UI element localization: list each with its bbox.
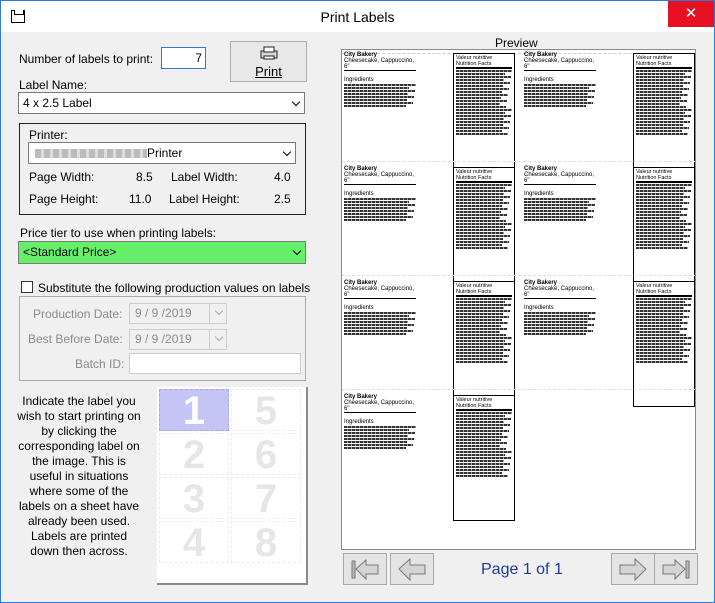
print-labels-window: Print Labels ✕ Number of labels to print…: [0, 0, 715, 603]
first-page-button[interactable]: [343, 553, 387, 585]
preview-product-label: City Bakery Cheesecake, Cappuccino, 6" Ing…: [524, 166, 614, 269]
start-label-grid: 1 2 3 4 5 6 7 8: [157, 387, 308, 585]
preview-product-label: City Bakery Cheesecake, Cappuccino, 6" Ing…: [344, 166, 434, 269]
previous-page-button[interactable]: [390, 553, 434, 585]
last-page-button[interactable]: [654, 553, 698, 585]
preview-title: Preview: [495, 36, 538, 50]
start-label-instructions: Indicate the label you wish to start pri…: [17, 394, 141, 558]
arrow-left-icon: [398, 557, 426, 582]
label-name-value: 4 x 2.5 Label: [23, 96, 92, 110]
preview-product-label: City Bakery Cheesecake, Cappuccino, 6" Ing…: [344, 394, 434, 497]
grid-label-4[interactable]: 4: [159, 521, 229, 564]
grid-label-2[interactable]: 2: [159, 433, 229, 476]
grid-label-8[interactable]: 8: [231, 521, 301, 564]
substitute-checkbox[interactable]: [21, 281, 33, 293]
label-width-label: Label Width:: [171, 170, 238, 184]
window-title: Print Labels: [320, 9, 395, 25]
production-date-picker: 9 / 9 /2019: [129, 303, 227, 324]
printer-select[interactable]: Printer: [28, 142, 296, 164]
price-tier-select[interactable]: <Standard Price>: [18, 241, 306, 264]
preview-product-label: City Bakery Cheesecake, Cappuccino, 6" Ing…: [344, 52, 434, 155]
next-page-button[interactable]: [611, 553, 655, 585]
page-indicator: Page 1 of 1: [481, 561, 563, 578]
page-height-value: 11.0: [129, 192, 152, 206]
printer-group: Printer: Printer Page Width: 8.5 Label W…: [19, 123, 306, 215]
num-labels-label: Number of labels to print:: [19, 52, 154, 66]
best-before-label: Best Before Date:: [28, 332, 123, 346]
preview-product-label: City Bakery Cheesecake, Cappuccino, 6" Ing…: [524, 52, 614, 155]
close-button[interactable]: ✕: [668, 1, 714, 27]
print-button-label: Print: [255, 64, 282, 79]
label-height-value: 2.5: [274, 192, 291, 206]
preview-product-label: City Bakery Cheesecake, Cappuccino, 6" Ing…: [344, 280, 434, 383]
production-date-label: Production Date:: [33, 307, 123, 321]
label-height-label: Label Height:: [169, 192, 240, 206]
substitute-label: Substitute the following production valu…: [38, 281, 311, 295]
grid-label-7[interactable]: 7: [231, 477, 301, 520]
printer-label: Printer:: [29, 128, 68, 142]
page-height-label: Page Height:: [29, 192, 99, 206]
page-width-value: 8.5: [136, 170, 153, 184]
num-labels-input[interactable]: 7: [161, 47, 206, 69]
printer-name-redacted: [35, 149, 147, 159]
title-bar: Print Labels ✕: [1, 1, 714, 32]
chevron-down-icon: [282, 147, 292, 157]
batch-id-label: Batch ID:: [75, 357, 125, 371]
production-date-value: 9 / 9 /2019: [135, 306, 192, 320]
grid-label-6[interactable]: 6: [231, 433, 301, 476]
production-values-group: Production Date: 9 / 9 /2019 Best Before…: [19, 296, 306, 381]
first-page-icon: [351, 558, 379, 581]
page-width-label: Page Width:: [29, 170, 95, 184]
price-tier-value: <Standard Price>: [23, 245, 117, 259]
calendar-dropdown-icon: [209, 304, 226, 323]
best-before-date-picker: 9 / 9 /2019: [129, 329, 227, 350]
grid-label-3[interactable]: 3: [159, 477, 229, 520]
batch-id-input: [129, 353, 301, 374]
grid-label-5[interactable]: 5: [231, 389, 301, 432]
label-name-label: Label Name:: [19, 78, 88, 92]
price-tier-label: Price tier to use when printing labels:: [20, 226, 217, 240]
grid-label-1[interactable]: 1: [159, 389, 229, 432]
preview-nutrition-label: Valeur nutritive Nutrition Facts: [453, 395, 515, 521]
last-page-icon: [662, 558, 690, 581]
preview-product-label: City Bakery Cheesecake, Cappuccino, 6" Ing…: [524, 280, 614, 383]
label-name-select[interactable]: 4 x 2.5 Label: [18, 92, 305, 114]
preview-page: City Bakery Cheesecake, Cappuccino, 6" Ing…: [341, 49, 696, 550]
arrow-right-icon: [619, 557, 647, 582]
chevron-down-icon: [292, 246, 302, 256]
chevron-down-icon: [291, 97, 301, 107]
print-button[interactable]: Print: [230, 41, 307, 82]
best-before-value: 9 / 9 /2019: [135, 332, 192, 346]
calendar-dropdown-icon: [209, 330, 226, 349]
printer-icon: [260, 46, 278, 60]
label-width-value: 4.0: [274, 170, 291, 184]
printer-value: Printer: [147, 146, 183, 160]
